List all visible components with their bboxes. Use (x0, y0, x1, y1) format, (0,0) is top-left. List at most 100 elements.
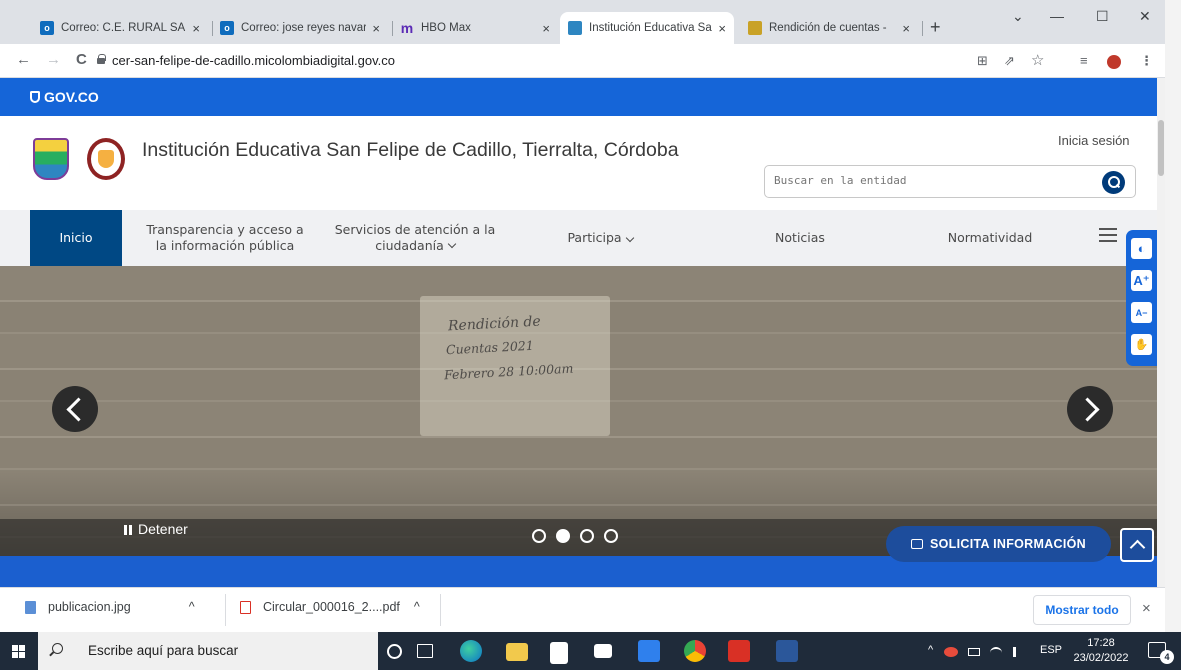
tab-close-icon[interactable]: × (372, 21, 380, 36)
mail-icon[interactable] (594, 644, 612, 658)
accessibility-toolbar: ◐ A⁺ A− ✋ (1126, 230, 1157, 366)
cortana-icon[interactable] (387, 644, 402, 659)
search-icon[interactable] (1102, 171, 1125, 194)
profile-icon[interactable] (1107, 55, 1121, 69)
carousel-next-button[interactable] (1067, 386, 1113, 432)
taskbar-search[interactable]: Escribe aquí para buscar (38, 632, 378, 670)
scroll-to-top-button[interactable] (1120, 528, 1154, 562)
file-explorer-icon[interactable] (506, 643, 528, 661)
menu-item-noticias[interactable]: Noticias (740, 210, 860, 266)
star-icon[interactable]: ☆ (1031, 51, 1044, 69)
share-icon[interactable]: ⇗ (1004, 53, 1015, 69)
govco-logo[interactable]: GOV.CO (30, 89, 99, 105)
image-file-icon (25, 600, 36, 614)
desktop-edge (1165, 0, 1181, 632)
image-carousel: Rendición de Cuentas 2021 Febrero 28 10:… (0, 266, 1157, 556)
font-decrease-icon[interactable]: A− (1131, 302, 1152, 323)
font-increase-icon[interactable]: A⁺ (1131, 270, 1152, 291)
shield-icon (30, 91, 40, 103)
school-crest-icon (33, 138, 69, 180)
tab-hbo-max[interactable]: m HBO Max × (392, 12, 558, 44)
close-downloads-icon[interactable]: × (1142, 600, 1151, 617)
chrome-icon[interactable] (684, 640, 706, 662)
tray-app-icon[interactable] (944, 647, 958, 657)
browser-tab-strip: o Correo: C.E. RURAL SAN × o Correo: jos… (0, 0, 1165, 44)
acrobat-icon[interactable] (728, 640, 750, 662)
download-item-jpg[interactable]: publicacion.jpg ^ (25, 600, 195, 614)
carousel-dot[interactable] (580, 529, 594, 543)
search-box (764, 165, 1136, 198)
pause-icon (124, 525, 132, 535)
solicita-informacion-button[interactable]: SOLICITA INFORMACIÓN (886, 526, 1111, 562)
wifi-icon[interactable] (990, 647, 1002, 659)
lock-icon[interactable] (97, 54, 106, 64)
url-field[interactable]: cer-san-felipe-de-cadillo.micolombiadigi… (112, 53, 395, 68)
new-tab-button[interactable]: + (930, 17, 941, 38)
menu-item-participa[interactable]: Participa (540, 210, 660, 266)
task-view-icon[interactable] (417, 644, 433, 658)
edge-icon[interactable] (460, 640, 482, 662)
tab-close-icon[interactable]: × (718, 21, 726, 36)
menu-item-normatividad[interactable]: Normatividad (920, 210, 1060, 266)
main-menu: Inicio Transparencia y acceso a la infor… (0, 210, 1157, 266)
chevron-down-icon (447, 239, 456, 249)
reload-button[interactable]: C (76, 51, 87, 68)
carousel-stop-button[interactable]: Detener (124, 521, 188, 537)
carousel-dot[interactable] (604, 529, 618, 543)
show-all-downloads-button[interactable]: Mostrar todo (1033, 595, 1131, 625)
carousel-dot[interactable] (532, 529, 546, 543)
chevron-up-icon[interactable]: ^ (414, 600, 420, 614)
menu-icon[interactable]: ⋮ (1140, 53, 1153, 69)
maximize-button[interactable]: ☐ (1096, 8, 1109, 25)
download-item-pdf[interactable]: Circular_000016_2....pdf ^ (240, 600, 420, 614)
store-icon[interactable] (550, 642, 568, 664)
carousel-indicators (532, 529, 618, 543)
carousel-prev-button[interactable] (52, 386, 98, 432)
login-link[interactable]: Inicia sesión (1058, 133, 1130, 148)
language-indicator[interactable]: ESP (1040, 644, 1062, 656)
windows-start-icon[interactable] (12, 645, 25, 658)
volume-icon[interactable] (1013, 647, 1023, 657)
tab-correo-jose[interactable]: o Correo: jose reyes navarr × (212, 12, 388, 44)
contrast-icon[interactable]: ◐ (1131, 238, 1152, 259)
tab-close-icon[interactable]: × (542, 21, 550, 36)
govco-favicon-icon (568, 21, 582, 35)
back-button[interactable]: ← (16, 51, 31, 68)
system-clock[interactable]: 17:28 23/02/2022 (1066, 636, 1136, 666)
address-bar: ← → C cer-san-felipe-de-cadillo.micolomb… (0, 44, 1165, 78)
search-icon (52, 643, 63, 654)
notification-count-badge: 4 (1160, 650, 1174, 664)
word-icon[interactable] (776, 640, 798, 662)
translate-icon[interactable]: ⊞ (977, 53, 988, 69)
carousel-dot-active[interactable] (556, 529, 570, 543)
outlook-icon: o (220, 21, 234, 35)
tab-close-icon[interactable]: × (192, 21, 200, 36)
search-input[interactable] (774, 174, 1074, 187)
app-l-icon[interactable] (638, 640, 660, 662)
chat-icon (911, 539, 923, 549)
tab-search-dropdown-icon[interactable]: ⌄ (1012, 8, 1024, 25)
reading-list-icon[interactable]: ≡ (1080, 53, 1088, 68)
gov-top-bar: GOV.CO (0, 78, 1157, 116)
scrollbar-thumb[interactable] (1158, 120, 1164, 176)
hamburger-menu-icon[interactable] (1099, 228, 1117, 242)
tab-institucion-educativa[interactable]: Institución Educativa San × (560, 12, 734, 44)
page-viewport: GOV.CO Institución Educativa San Felipe … (0, 78, 1157, 587)
tab-close-icon[interactable]: × (902, 21, 910, 36)
sign-language-icon[interactable]: ✋ (1131, 334, 1152, 355)
chevron-up-icon[interactable]: ^ (189, 600, 195, 614)
tray-chevron-icon[interactable]: ^ (928, 644, 933, 656)
tab-rendicion-cuentas[interactable]: Rendición de cuentas - × (740, 12, 918, 44)
site-header: Institución Educativa San Felipe de Cadi… (0, 116, 1157, 210)
battery-icon[interactable] (968, 648, 980, 656)
minimize-button[interactable]: — (1050, 8, 1064, 24)
chevron-down-icon (625, 233, 634, 243)
menu-item-servicios[interactable]: Servicios de atención a la ciudadanía (320, 210, 510, 266)
menu-item-transparencia[interactable]: Transparencia y acceso a la información … (130, 210, 320, 266)
pdf-file-icon (240, 600, 251, 614)
menu-item-inicio[interactable]: Inicio (30, 210, 122, 266)
tab-correo-rural[interactable]: o Correo: C.E. RURAL SAN × (32, 12, 208, 44)
forward-button[interactable]: → (46, 51, 61, 68)
downloads-bar: publicacion.jpg ^ Circular_000016_2....p… (0, 587, 1165, 632)
close-window-button[interactable]: ✕ (1139, 8, 1151, 25)
